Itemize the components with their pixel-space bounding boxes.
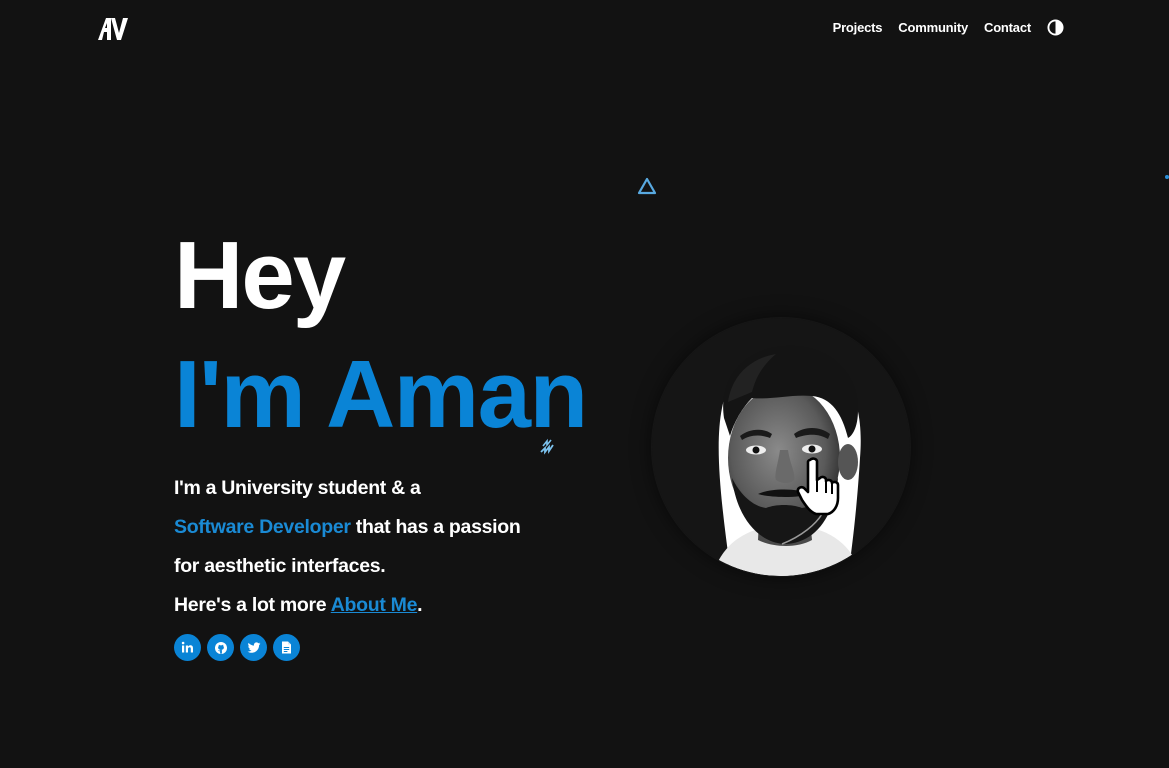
- bio-line-4: Here's a lot more About Me.: [174, 586, 587, 625]
- hero-greeting: Hey: [174, 222, 346, 329]
- bio-line-4-prefix: Here's a lot more: [174, 594, 331, 616]
- bio-line-1-text: I'm a University student & a: [174, 477, 421, 499]
- github-button[interactable]: [207, 634, 234, 661]
- linkedin-button[interactable]: [174, 634, 201, 661]
- twitter-button[interactable]: [240, 634, 267, 661]
- logo[interactable]: [97, 17, 131, 41]
- bio-line-3: for aesthetic interfaces.: [174, 547, 587, 586]
- nav-link-community[interactable]: Community: [898, 20, 968, 35]
- about-me-link[interactable]: About Me: [331, 594, 418, 616]
- bio-line-1: I'm a University student & a: [174, 469, 587, 508]
- profile-photo: [652, 318, 910, 576]
- bio-line-2-text: that has a passion: [350, 516, 521, 538]
- bio-role-highlight: Software Developer: [174, 516, 351, 538]
- twitter-icon: [247, 641, 260, 653]
- hero-section: Hey I'm Aman I'm a University student & …: [174, 222, 588, 625]
- bio-line-2: Software Developer that has a passion: [174, 508, 587, 547]
- nav-link-contact[interactable]: Contact: [984, 20, 1031, 35]
- hero-name: I'm Aman: [174, 341, 588, 448]
- document-icon: [282, 641, 291, 654]
- bio-line-3-text: for aesthetic interfaces.: [174, 555, 386, 577]
- theme-toggle-icon[interactable]: [1047, 19, 1064, 36]
- triangle-decoration-icon: [637, 177, 657, 195]
- resume-button[interactable]: [273, 634, 300, 661]
- profile-avatar: [652, 318, 910, 576]
- page: Projects Community Contact Hey I'm Aman …: [0, 0, 1169, 768]
- edge-decoration-icon: [1165, 175, 1169, 179]
- social-links: [174, 634, 300, 661]
- nav-link-projects[interactable]: Projects: [833, 20, 883, 35]
- hero-bio: I'm a University student & a Software De…: [174, 469, 587, 625]
- linkedin-icon: [181, 641, 193, 653]
- github-icon: [214, 641, 227, 654]
- bio-line-4-suffix: .: [417, 594, 423, 616]
- main-nav: Projects Community Contact: [833, 19, 1064, 36]
